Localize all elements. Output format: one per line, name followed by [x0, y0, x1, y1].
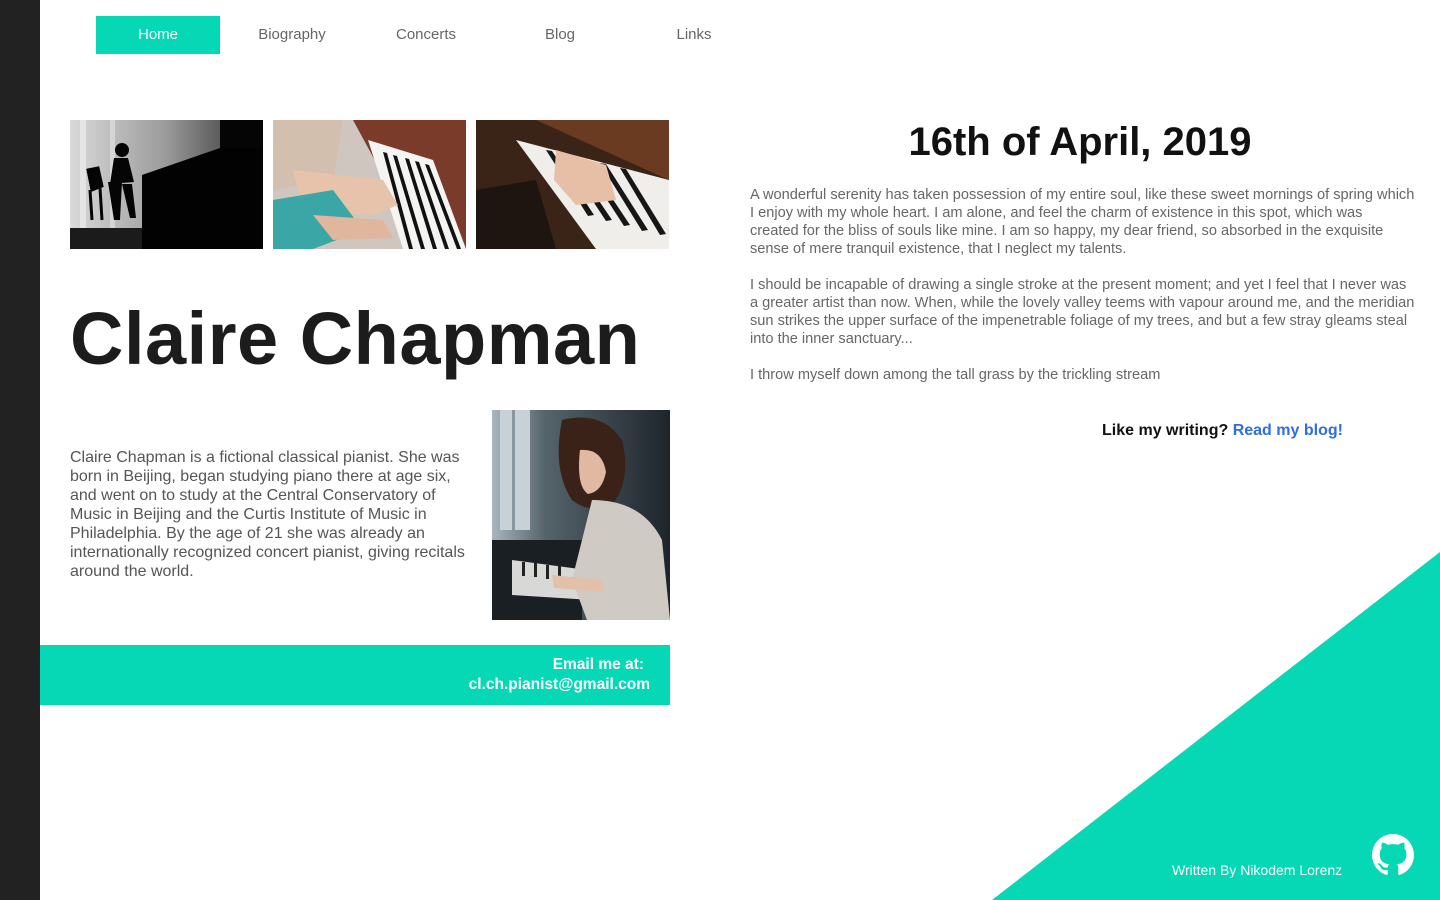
woman-playing-piano-photo [492, 410, 670, 620]
nav-links[interactable]: Links [632, 16, 756, 54]
github-icon[interactable] [1372, 834, 1414, 876]
nav-biography[interactable]: Biography [230, 16, 354, 54]
artist-bio: Claire Chapman is a fictional classical … [70, 449, 465, 580]
post-paragraph: I should be incapable of drawing a singl… [750, 277, 1415, 347]
email-address[interactable]: cl.ch.pianist@gmail.com [40, 675, 650, 695]
blog-cta: Like my writing? Read my blog! [1102, 422, 1343, 440]
contact-banner: Email me at: cl.ch.pianist@gmail.com [40, 645, 670, 705]
post-date: 16th of April, 2019 [908, 120, 1252, 164]
blog-post-excerpt: A wonderful serenity has taken possessio… [750, 186, 1415, 402]
pianist-silhouette-photo [70, 120, 263, 249]
post-paragraph: I throw myself down among the tall grass… [750, 367, 1161, 383]
main-nav: Home Biography Concerts Blog Links [96, 16, 766, 54]
author-credit: Written By Nikodem Lorenz [1172, 862, 1343, 878]
photo-gallery [70, 120, 669, 249]
blog-cta-text: Like my writing? [1102, 422, 1229, 439]
nav-blog[interactable]: Blog [498, 16, 622, 54]
post-paragraph: A wonderful serenity has taken possessio… [750, 187, 1415, 257]
read-blog-link[interactable]: Read my blog! [1233, 422, 1343, 439]
artist-name: Claire Chapman [70, 297, 641, 380]
nav-home[interactable]: Home [96, 16, 220, 54]
email-label: Email me at: [552, 656, 644, 673]
upright-piano-keys-photo [476, 120, 669, 249]
left-dark-strip [0, 0, 40, 900]
hands-on-piano-keys-photo [273, 120, 466, 249]
nav-concerts[interactable]: Concerts [364, 16, 488, 54]
